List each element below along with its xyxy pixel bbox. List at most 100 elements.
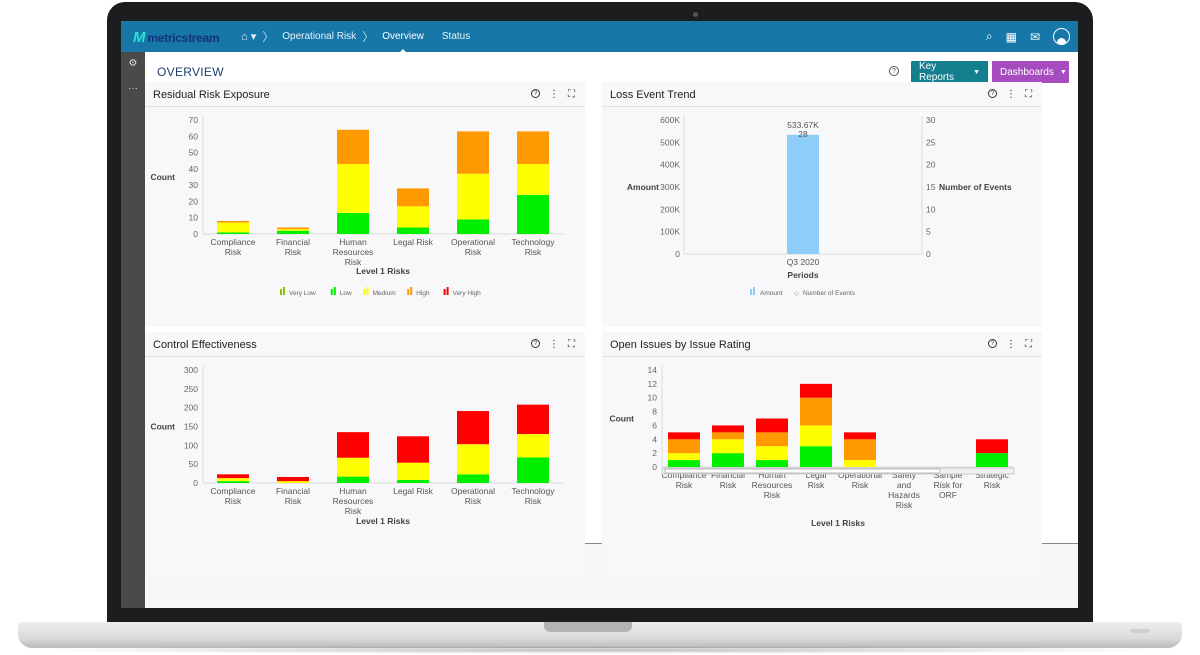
x-tick-label: Human: [339, 237, 367, 247]
bar-segment: [800, 446, 832, 467]
search-icon[interactable]: ⌕: [986, 29, 993, 44]
x-tick-label: Risk for: [934, 480, 963, 490]
panel-actions: ? ⋮ ⛶: [531, 339, 575, 350]
help-icon[interactable]: ?: [988, 339, 997, 348]
more-vertical-icon[interactable]: ⋮: [549, 89, 559, 100]
y-tick-label: 6: [652, 420, 657, 430]
legend-swatch: [330, 289, 333, 295]
bar-segment: [517, 404, 549, 435]
legend-swatch: [363, 289, 366, 295]
calendar-icon[interactable]: ▦: [1006, 30, 1017, 44]
y-tick-label: 100K: [660, 227, 680, 237]
expand-icon[interactable]: ⛶: [568, 339, 575, 350]
bar-segment: [457, 444, 489, 475]
divider: [145, 106, 585, 107]
user-icon[interactable]: [1053, 28, 1070, 45]
y2-tick-label: 15: [926, 182, 936, 192]
bar-segment: [337, 212, 369, 234]
legend-label: High: [416, 290, 430, 297]
y-tick-label: 400K: [660, 160, 680, 170]
panel-title: Open Issues by Issue Rating: [610, 339, 751, 351]
more-vertical-icon[interactable]: ⋮: [549, 339, 559, 350]
bar-segment: [668, 432, 700, 440]
x-axis-title: Level 1 Risks: [356, 266, 410, 276]
x-tick-label: Risk: [720, 480, 737, 490]
y-tick-label: 70: [189, 115, 199, 125]
legend-label: Low: [340, 290, 352, 297]
more-vertical-icon[interactable]: ⋮: [1006, 339, 1016, 350]
logo-mark: M: [133, 29, 146, 46]
dashboards-button[interactable]: Dashboards ▼: [992, 61, 1069, 83]
bar-segment: [712, 439, 744, 454]
panel-residual-risk-exposure: Residual Risk Exposure ? ⋮ ⛶ 0 10 20 30 40 50…: [145, 82, 585, 327]
y-tick-label: 50: [189, 459, 199, 469]
legend-swatch: [446, 287, 449, 295]
y-tick-label: 600K: [660, 115, 680, 125]
help-icon[interactable]: ?: [889, 66, 899, 76]
caret-down-icon: ▼: [973, 68, 980, 76]
screen: M metricstream ⌂ ▾ 〉 Operational Risk 〉 …: [121, 21, 1078, 608]
legend-swatch: [407, 289, 410, 295]
bar-segment: [277, 476, 309, 482]
chevron-right-icon: 〉: [362, 30, 375, 44]
help-icon[interactable]: ?: [988, 89, 997, 98]
bar-segment: [800, 425, 832, 447]
help-icon[interactable]: ?: [531, 339, 540, 348]
y-tick-label: 60: [189, 131, 199, 141]
bar-segment: [457, 219, 489, 234]
y2-tick-label: 20: [926, 160, 936, 170]
more-icon[interactable]: ···: [121, 83, 145, 94]
x-tick-label: Risk: [676, 480, 693, 490]
residual-risk-chart: 010203040506070CountComplianceRiskFinanc…: [150, 115, 563, 297]
y-tick-label: 0: [193, 478, 198, 488]
logo-text: metricstream: [147, 30, 220, 45]
y-tick-label: 150: [184, 422, 198, 432]
key-reports-button[interactable]: Key Reports ▼: [911, 61, 988, 83]
bar-segment: [668, 453, 700, 461]
bar-segment: [217, 474, 249, 479]
breadcrumb-operational-risk[interactable]: Operational Risk: [282, 31, 356, 42]
base-led: [1130, 629, 1150, 633]
bar-segment: [397, 479, 429, 483]
y-tick-label: 4: [652, 434, 657, 444]
x-tick-label: Legal Risk: [393, 237, 433, 247]
y2-tick-label: 30: [926, 115, 936, 125]
help-icon[interactable]: ?: [531, 89, 540, 98]
bar-segment: [668, 460, 700, 467]
tab-status[interactable]: Status: [442, 31, 470, 42]
more-vertical-icon[interactable]: ⋮: [1006, 89, 1016, 100]
logo[interactable]: M metricstream: [133, 29, 220, 46]
y-tick-label: 100: [184, 440, 198, 450]
x-axis-title: Periods: [787, 270, 818, 280]
x-tick-label: Risk: [984, 480, 1001, 490]
x-tick-label: Operational: [451, 486, 495, 496]
settings-icon[interactable]: ⚙: [121, 58, 145, 69]
y-tick-label: 0: [193, 229, 198, 239]
legend-swatch: [283, 287, 285, 295]
bar-segment: [277, 481, 309, 483]
divider: [145, 356, 585, 357]
home-icon[interactable]: ⌂ ▾: [241, 30, 256, 43]
panel-control-effectiveness: Control Effectiveness ? ⋮ ⛶ 0 50 100 150 200…: [145, 332, 585, 577]
bar-segment: [217, 478, 249, 482]
chat-icon[interactable]: ✉: [1030, 30, 1040, 44]
tab-overview[interactable]: Overview: [382, 31, 424, 53]
y-tick-label: 8: [652, 407, 657, 417]
expand-icon[interactable]: ⛶: [568, 89, 575, 100]
divider: [602, 106, 1042, 107]
expand-icon[interactable]: ⛶: [1025, 89, 1032, 100]
x-tick-label: Resources: [752, 480, 793, 490]
bar-segment: [517, 163, 549, 195]
x-tick-label: Technology: [511, 237, 555, 247]
x-tick-label: Risk: [225, 247, 242, 257]
bar-segment: [844, 460, 876, 467]
legend-swatch-amount: [753, 287, 755, 295]
y-tick-label: 30: [189, 180, 199, 190]
expand-icon[interactable]: ⛶: [1025, 339, 1032, 350]
panel-actions: ? ⋮ ⛶: [531, 89, 575, 100]
legend-label: Amount: [760, 290, 783, 297]
bar-segment: [756, 460, 788, 467]
bar-segment: [397, 436, 429, 463]
x-tick-label: Risk: [525, 247, 542, 257]
bar-segment: [457, 173, 489, 220]
